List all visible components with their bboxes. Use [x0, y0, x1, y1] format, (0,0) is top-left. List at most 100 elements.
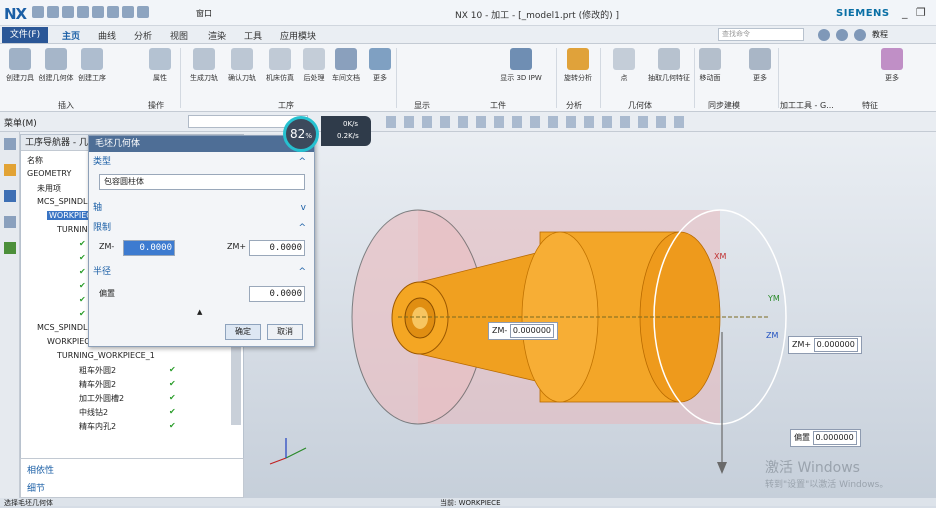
tree-row-unused[interactable]: 未用项	[37, 183, 61, 194]
group-process[interactable]: 工序	[278, 100, 294, 111]
tree-row-centerline-drill[interactable]: 中线钻2	[79, 407, 108, 418]
group-geometry[interactable]: 几何体	[628, 100, 652, 111]
undo-icon[interactable]	[47, 6, 59, 18]
create-operation-button[interactable]: 创建工序	[72, 46, 112, 83]
tab-curve[interactable]: 曲线	[98, 29, 116, 42]
chevron-up-icon: ^	[298, 157, 306, 167]
blank-type-select[interactable]: 包容圆柱体	[99, 174, 305, 190]
group-features[interactable]: 特征	[862, 100, 878, 111]
navigator-bottom-panels: 相依性 细节	[20, 458, 244, 498]
navigator-tab-icon[interactable]	[3, 138, 16, 150]
command-search-input[interactable]: 查找命令	[718, 28, 804, 41]
more-button[interactable]: 更多	[872, 46, 912, 83]
tutorial-link[interactable]: 教程	[872, 29, 888, 40]
display-ipw-button[interactable]: 显示 3D IPW	[490, 46, 552, 83]
point-button[interactable]: 点	[604, 46, 644, 83]
group-display[interactable]: 显示	[414, 100, 430, 111]
tab-application[interactable]: 应用模块	[280, 29, 316, 42]
window-menu[interactable]: 窗口	[196, 8, 212, 19]
zm-minus-callout-value[interactable]: 0.000000	[509, 324, 554, 338]
tree-row-rough-turn-od[interactable]: 粗车外圆2	[79, 365, 116, 376]
tree-row-operation[interactable]: ✔	[79, 267, 86, 276]
group-insert[interactable]: 插入	[58, 100, 74, 111]
group-analysis[interactable]: 分析	[566, 100, 582, 111]
touch-mode-icon[interactable]	[137, 6, 149, 18]
cancel-button[interactable]: 取消	[267, 324, 303, 340]
tab-tools[interactable]: 工具	[244, 29, 262, 42]
tree-row-operation[interactable]: ✔	[79, 281, 86, 290]
menu-button[interactable]: 菜单(M)	[4, 116, 37, 129]
move-face-button[interactable]: 移动面	[690, 46, 730, 83]
axis-ym-label: YM	[768, 294, 780, 303]
tree-row-operation[interactable]: ✔	[79, 239, 86, 248]
help-icon[interactable]	[854, 29, 866, 41]
tab-view[interactable]: 视图	[170, 29, 188, 42]
offset-input[interactable]: 0.0000	[249, 286, 305, 302]
status-check-icon: ✔	[169, 407, 176, 416]
zm-plus-input[interactable]: 0.0000	[249, 240, 305, 256]
group-workpiece[interactable]: 工件	[490, 100, 506, 111]
navigator-scrollbar[interactable]	[231, 345, 241, 425]
section-radius-header[interactable]: 半径 ^	[93, 264, 312, 280]
history-tab-icon[interactable]	[3, 216, 16, 228]
repeat-command-icon[interactable]	[122, 6, 134, 18]
more-button[interactable]: 更多	[740, 46, 780, 83]
roles-tab-icon[interactable]	[3, 242, 16, 254]
paste-icon[interactable]	[107, 6, 119, 18]
file-menu[interactable]: 文件(F)	[2, 27, 48, 43]
zm-minus-callout[interactable]: ZM- 0.000000	[488, 322, 558, 340]
zm-minus-input[interactable]: 0.0000	[123, 240, 175, 256]
offset-callout[interactable]: 偏置 0.000000	[790, 429, 861, 447]
upload-speed: 0K/s	[343, 120, 359, 128]
navigator-column-name[interactable]: 名称	[27, 155, 43, 166]
tree-row-operation[interactable]: ✔	[79, 295, 86, 304]
verify-toolpath-button[interactable]: 确认刀轨	[222, 46, 262, 83]
tree-row-groove-od[interactable]: 加工外圆槽2	[79, 393, 124, 404]
details-panel-header[interactable]: 细节	[27, 481, 45, 494]
create-tool-button[interactable]: 创建刀具	[0, 46, 40, 83]
create-geometry-button[interactable]: 创建几何体	[36, 46, 76, 83]
window-icon[interactable]	[836, 29, 848, 41]
dependencies-panel-header[interactable]: 相依性	[27, 463, 54, 476]
tree-row-operation[interactable]: ✔	[79, 309, 86, 318]
tree-row-operation[interactable]: ✔	[79, 253, 86, 262]
reuse-library-tab-icon[interactable]	[3, 190, 16, 202]
selection-toolbar-icons[interactable]	[386, 116, 686, 128]
generate-toolpath-button[interactable]: 生成刀轨	[184, 46, 224, 83]
redo-icon[interactable]	[62, 6, 74, 18]
offset-callout-value[interactable]: 0.000000	[812, 431, 857, 445]
tab-analysis[interactable]: 分析	[134, 29, 152, 42]
group-operation[interactable]: 操作	[148, 100, 164, 111]
section-limit-header[interactable]: 限制 ^	[93, 220, 312, 236]
network-speed-gauge[interactable]: 82%	[283, 116, 319, 152]
section-axis-header[interactable]: 轴v	[93, 200, 312, 216]
cut-icon[interactable]	[77, 6, 89, 18]
zm-plus-callout-value[interactable]: 0.000000	[813, 338, 858, 352]
tree-row-finish-bore[interactable]: 精车内孔2	[79, 421, 116, 432]
generate-toolpath-icon	[193, 48, 215, 70]
ribbon-separator	[778, 48, 779, 108]
tab-render[interactable]: 渲染	[208, 29, 226, 42]
save-icon[interactable]	[32, 6, 44, 18]
title-bar: NX 窗口 NX 10 - 加工 - [_model1.prt (修改的) ] …	[0, 0, 936, 26]
ok-button[interactable]: 确定	[225, 324, 261, 340]
zm-plus-callout[interactable]: ZM+ 0.000000	[788, 336, 862, 354]
group-machining-tools[interactable]: 加工工具 - G...	[780, 100, 834, 111]
machine-tool-tab-icon[interactable]	[3, 164, 16, 176]
tree-row-mcs-spindle[interactable]: MCS_SPINDLE	[37, 197, 92, 206]
group-sync-modeling[interactable]: 同步建模	[708, 100, 740, 111]
section-type-header[interactable]: 类型 ^	[93, 154, 312, 170]
tree-row-turning-workpiece-1[interactable]: TURNING_WORKPIECE_1	[57, 351, 155, 360]
properties-button[interactable]: 属性	[140, 46, 180, 83]
extract-geometry-button[interactable]: 抽取几何特征	[644, 46, 694, 83]
copy-icon[interactable]	[92, 6, 104, 18]
tree-row-finish-turn-od[interactable]: 精车外圆2	[79, 379, 116, 390]
restore-icon[interactable]: ❐	[916, 6, 926, 19]
find-icon[interactable]	[818, 29, 830, 41]
more-button[interactable]: 更多	[360, 46, 400, 83]
rotate-analysis-button[interactable]: 旋转分析	[558, 46, 598, 83]
minimize-icon[interactable]: _	[902, 6, 908, 19]
tab-home[interactable]: 主页	[62, 29, 80, 42]
expand-dialog-icon[interactable]: ▲	[197, 308, 202, 316]
tree-row-geometry[interactable]: GEOMETRY	[27, 169, 71, 178]
